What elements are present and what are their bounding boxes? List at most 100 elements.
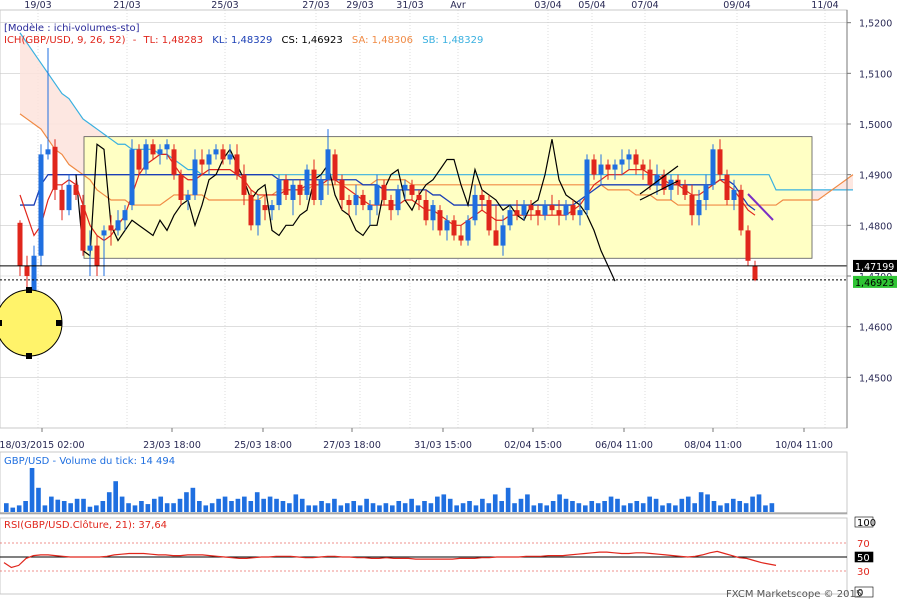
volume-bar: [428, 503, 434, 512]
date-tick-label: 11/04: [811, 0, 838, 11]
volume-bar: [711, 501, 717, 512]
candle-body: [241, 174, 247, 195]
volume-bar: [299, 498, 305, 512]
rsi-tick-label: 30: [857, 567, 870, 578]
volume-bar: [184, 492, 189, 512]
volume-bar: [557, 494, 562, 512]
volume-bar: [724, 503, 730, 512]
candle-body: [206, 154, 212, 165]
volume-bar: [171, 503, 176, 512]
candle-body: [542, 205, 548, 216]
candle-body: [409, 184, 415, 195]
candle-body: [367, 205, 373, 211]
volume-bar: [306, 505, 311, 512]
volume-bar: [74, 498, 80, 512]
volume-bar: [274, 498, 279, 512]
volume-bar: [698, 492, 704, 512]
volume-bar: [660, 505, 665, 512]
candle-body: [717, 149, 723, 175]
candle-body: [521, 205, 527, 216]
volume-bar: [139, 501, 144, 512]
candle-body: [346, 200, 352, 206]
candle-body: [570, 205, 576, 216]
volume-bar: [332, 498, 337, 512]
candle-body: [444, 220, 450, 231]
date-tick-label: 25/03: [211, 0, 238, 11]
volume-bar: [653, 498, 659, 512]
volume-bar: [583, 505, 588, 512]
price-tick-label: 1,5200: [859, 19, 892, 30]
candle-body: [17, 222, 23, 266]
candle-body: [703, 184, 709, 200]
time-tick-label: 31/03 15:00: [414, 440, 472, 451]
candle-body: [311, 169, 317, 200]
volume-bar: [608, 496, 614, 512]
candle-body: [136, 149, 142, 170]
candle-body: [374, 184, 380, 206]
price-tick-label: 1,5000: [859, 120, 892, 131]
candle-body: [724, 174, 730, 200]
candle-body: [269, 205, 275, 211]
price-axis: 1,45001,46001,47001,48001,49001,50001,51…: [846, 10, 892, 428]
price-tick-label: 1,5100: [859, 69, 892, 80]
date-tick-label: 07/04: [631, 0, 658, 11]
top-date-axis: 19/03 21/03 25/03 27/03 29/03 31/03 Avr 03/04 05…: [24, 0, 838, 11]
volume-bar: [525, 494, 530, 512]
candle-body: [115, 220, 121, 231]
volume-bar: [49, 496, 54, 512]
volume-bar: [81, 498, 86, 512]
footer-brand: FXCM Marketscope © 2015: [726, 589, 862, 600]
volume-bar: [164, 503, 170, 512]
volume-bar: [415, 505, 421, 512]
volume-bar: [113, 481, 118, 512]
volume-bar: [460, 503, 466, 512]
volume-bar: [518, 498, 524, 512]
rsi-tick-label: 70: [857, 539, 870, 550]
volume-bar: [769, 503, 775, 512]
volume-panel: GBP/USD - Volume du tick: 14 494: [0, 451, 848, 515]
volume-bar: [402, 503, 408, 512]
volume-bar: [602, 501, 607, 512]
candle-body: [752, 265, 758, 281]
candle-body: [108, 225, 114, 231]
volume-bar: [287, 503, 292, 512]
volume-bar: [119, 496, 125, 512]
volume-bar: [473, 505, 479, 512]
price-tick-label: 1,4600: [859, 323, 892, 334]
volume-bar: [377, 505, 382, 512]
candle-body: [234, 154, 240, 175]
volume-bar: [705, 494, 710, 512]
volume-bar: [409, 498, 414, 512]
volume-bar: [763, 505, 768, 512]
candle-body: [297, 184, 303, 195]
candle-body: [507, 210, 513, 226]
volume-bar: [351, 501, 357, 512]
candle-body: [465, 220, 471, 241]
tl-label: TL: 1,48283: [143, 35, 204, 46]
candle-body: [255, 200, 261, 226]
candle-body: [458, 235, 464, 241]
candle-body: [493, 230, 499, 246]
candle-body: [500, 225, 506, 246]
time-tick-label: 08/04 11:00: [684, 440, 742, 451]
candle-body: [220, 149, 226, 160]
candle-body: [24, 265, 30, 276]
candle-body: [262, 205, 268, 211]
volume-bar: [357, 505, 363, 512]
candle-body: [395, 189, 401, 211]
volume-bar: [325, 503, 331, 512]
candle-body: [66, 184, 72, 211]
volume-bar: [685, 496, 691, 512]
time-axis: 18/03/2015 02:00 23/03 18:00 25/03 18:00 27…: [0, 428, 833, 451]
kl-label: KL: 1,48329: [212, 35, 272, 46]
volume-bar: [628, 503, 633, 512]
candle-body: [619, 159, 625, 165]
candle-body: [94, 245, 100, 266]
volume-bar: [447, 498, 453, 512]
candle-body: [535, 210, 541, 216]
candle-body: [416, 194, 422, 200]
date-tick-label: 19/03: [24, 0, 51, 11]
volume-bar: [718, 505, 723, 512]
volume-bar: [595, 503, 601, 512]
volume-bar: [293, 494, 299, 512]
